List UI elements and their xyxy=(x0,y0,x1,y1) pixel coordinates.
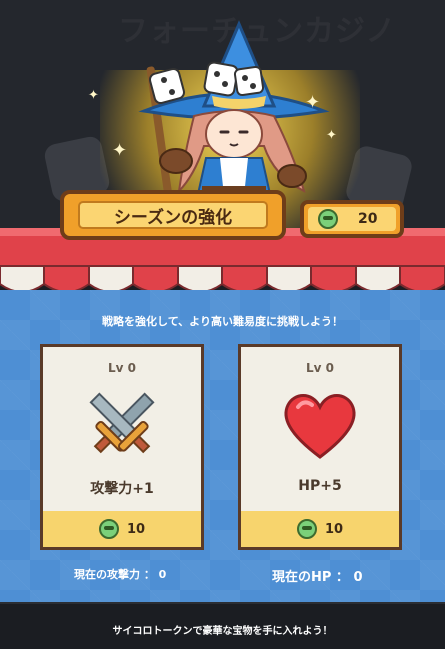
attack-upgrade-name: 攻撃力+1 xyxy=(90,481,154,497)
attack-level: Lv 0 xyxy=(108,361,136,375)
dice-token-icon xyxy=(318,209,338,229)
upgrade-subtitle: 戦略を強化して、より高い難易度に挑戦しよう！ xyxy=(102,315,343,328)
sparkle-icon: ✦ xyxy=(112,140,128,161)
season-title: シーズンの強化 xyxy=(113,207,233,228)
season-title-banner: シーズンの強化 xyxy=(60,190,286,240)
dice-token-counter: 20 xyxy=(300,200,404,238)
hp-upgrade-card[interactable]: Lv 0 HP+5 10 xyxy=(238,344,402,550)
token-count: 20 xyxy=(358,211,378,227)
dice-token-icon xyxy=(296,519,317,539)
crossed-swords-icon xyxy=(89,392,155,454)
dice-token-icon xyxy=(98,519,119,539)
token-counter-plate: 20 xyxy=(308,207,396,231)
hp-level: Lv 0 xyxy=(306,361,334,375)
attack-cost-value: 10 xyxy=(126,521,146,537)
hp-cost-value: 10 xyxy=(324,521,344,537)
current-hp-stat: 現在のHP ： 0 xyxy=(272,570,363,585)
footer-bar: サイコロトークンで豪華な宝物を手に入れよう！ xyxy=(0,602,445,649)
hp-upgrade-cost-button[interactable]: 10 xyxy=(241,511,399,547)
current-attack-stat: 現在の攻撃力 ： 0 xyxy=(74,568,167,581)
game-screen: フォーチュンカジノ ✦ ✦ ✦ ✦ シーズンの強化 20 戦略を強化して、より高… xyxy=(0,0,445,649)
sparkle-icon: ✦ xyxy=(326,128,337,143)
attack-upgrade-card[interactable]: Lv 0 攻撃力+1 10 xyxy=(40,344,204,550)
sparkle-icon: ✦ xyxy=(305,92,321,113)
sparkle-icon: ✦ xyxy=(88,88,99,103)
season-title-plate: シーズンの強化 xyxy=(78,201,268,229)
hp-upgrade-name: HP+5 xyxy=(298,478,342,494)
footer-message: サイコロトークンで豪華な宝物を手に入れよう！ xyxy=(112,626,333,637)
heart-icon xyxy=(284,394,356,459)
attack-upgrade-cost-button[interactable]: 10 xyxy=(43,511,201,547)
